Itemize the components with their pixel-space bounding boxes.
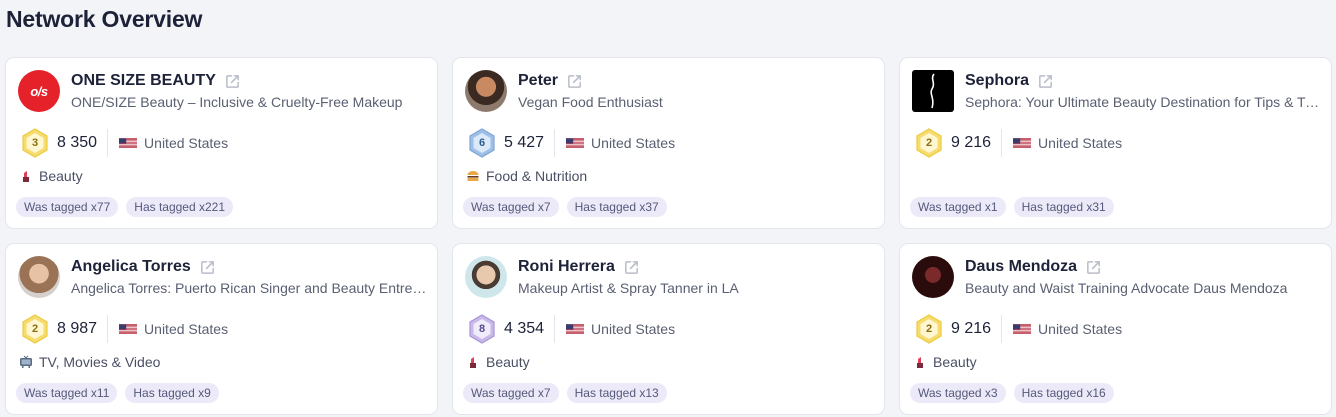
- profile-card: Sephora Sephora: Your Ultimate Beauty De…: [899, 57, 1332, 229]
- profile-description: Angelica Torres: Puerto Rican Singer and…: [71, 280, 427, 296]
- score-value: 4 354: [504, 320, 545, 337]
- external-link-icon[interactable]: [224, 73, 241, 90]
- page-title: Network Overview: [6, 6, 203, 32]
- level-badge: 2: [914, 314, 944, 344]
- lipstick-icon: [913, 355, 927, 369]
- external-link-icon[interactable]: [199, 259, 216, 276]
- profile-name[interactable]: Roni Herrera: [518, 258, 615, 276]
- category-label: Food & Nutrition: [486, 168, 588, 184]
- country-label: United States: [144, 135, 229, 151]
- divider: [554, 315, 556, 343]
- us-flag-icon: [1013, 323, 1031, 335]
- country-label: United States: [144, 321, 229, 337]
- tv-icon: [19, 355, 33, 369]
- external-link-icon[interactable]: [623, 259, 640, 276]
- level-number: 3: [31, 137, 39, 149]
- avatar[interactable]: [18, 256, 60, 298]
- us-flag-icon: [566, 323, 584, 335]
- burger-icon: [466, 169, 480, 183]
- profile-description: Sephora: Your Ultimate Beauty Destinatio…: [965, 94, 1321, 110]
- divider: [1001, 129, 1003, 157]
- avatar-logo-text: o/s: [30, 83, 48, 99]
- avatar[interactable]: [912, 256, 954, 298]
- network-grid: o/s ONE SIZE BEAUTY ONE/SIZE Beauty – In…: [5, 57, 1332, 415]
- category-label: TV, Movies & Video: [39, 354, 161, 370]
- was-tagged-chip[interactable]: Was tagged x11: [16, 383, 118, 403]
- has-tagged-chip[interactable]: Has tagged x13: [566, 383, 667, 403]
- lipstick-icon: [466, 355, 480, 369]
- has-tagged-chip[interactable]: Has tagged x221: [126, 197, 234, 217]
- profile-name[interactable]: Angelica Torres: [71, 258, 191, 276]
- was-tagged-chip[interactable]: Was tagged x7: [463, 383, 559, 403]
- us-flag-icon: [566, 137, 584, 149]
- divider: [107, 129, 109, 157]
- lipstick-icon: [19, 169, 33, 183]
- category-label: Beauty: [933, 354, 977, 370]
- divider: [107, 315, 109, 343]
- avatar[interactable]: [465, 70, 507, 112]
- level-badge: 2: [914, 128, 944, 158]
- was-tagged-chip[interactable]: Was tagged x7: [463, 197, 559, 217]
- level-number: 2: [925, 137, 933, 149]
- level-badge: 3: [20, 128, 50, 158]
- has-tagged-chip[interactable]: Has tagged x16: [1013, 383, 1114, 403]
- profile-card: Roni Herrera Makeup Artist & Spray Tanne…: [452, 243, 885, 415]
- score-value: 9 216: [951, 134, 992, 151]
- avatar[interactable]: [912, 70, 954, 112]
- external-link-icon[interactable]: [566, 73, 583, 90]
- level-badge: 8: [467, 314, 497, 344]
- country-label: United States: [1038, 135, 1123, 151]
- profile-description: Makeup Artist & Spray Tanner in LA: [518, 280, 739, 296]
- score-value: 9 216: [951, 320, 992, 337]
- has-tagged-chip[interactable]: Has tagged x37: [566, 197, 667, 217]
- level-badge: 6: [467, 128, 497, 158]
- category-label: Beauty: [39, 168, 83, 184]
- us-flag-icon: [119, 137, 137, 149]
- profile-card: o/s ONE SIZE BEAUTY ONE/SIZE Beauty – In…: [5, 57, 438, 229]
- level-number: 8: [478, 323, 486, 335]
- profile-name[interactable]: ONE SIZE BEAUTY: [71, 72, 216, 90]
- divider: [554, 129, 556, 157]
- was-tagged-chip[interactable]: Was tagged x77: [16, 197, 119, 217]
- sephora-logo-icon: [930, 73, 935, 109]
- avatar[interactable]: [465, 256, 507, 298]
- avatar[interactable]: o/s: [18, 70, 60, 112]
- profile-description: Vegan Food Enthusiast: [518, 94, 663, 110]
- level-number: 6: [478, 137, 486, 149]
- has-tagged-chip[interactable]: Has tagged x31: [1013, 197, 1114, 217]
- country-label: United States: [591, 135, 676, 151]
- profile-name[interactable]: Sephora: [965, 72, 1029, 90]
- score-value: 8 350: [57, 134, 98, 151]
- profile-card: Daus Mendoza Beauty and Waist Training A…: [899, 243, 1332, 415]
- profile-description: Beauty and Waist Training Advocate Daus …: [965, 280, 1288, 296]
- level-number: 2: [31, 323, 39, 335]
- us-flag-icon: [119, 323, 137, 335]
- was-tagged-chip[interactable]: Was tagged x3: [910, 383, 1006, 403]
- score-value: 5 427: [504, 134, 545, 151]
- profile-name[interactable]: Daus Mendoza: [965, 258, 1077, 276]
- category-label: Beauty: [486, 354, 530, 370]
- was-tagged-chip[interactable]: Was tagged x1: [910, 197, 1006, 217]
- level-badge: 2: [20, 314, 50, 344]
- profile-description: ONE/SIZE Beauty – Inclusive & Cruelty-Fr…: [71, 94, 403, 110]
- divider: [1001, 315, 1003, 343]
- level-number: 2: [925, 323, 933, 335]
- has-tagged-chip[interactable]: Has tagged x9: [125, 383, 219, 403]
- external-link-icon[interactable]: [1085, 259, 1102, 276]
- external-link-icon[interactable]: [1037, 73, 1054, 90]
- score-value: 8 987: [57, 320, 98, 337]
- profile-card: Peter Vegan Food Enthusiast 6 5 427 Unit…: [452, 57, 885, 229]
- profile-name[interactable]: Peter: [518, 72, 558, 90]
- us-flag-icon: [1013, 137, 1031, 149]
- country-label: United States: [591, 321, 676, 337]
- country-label: United States: [1038, 321, 1123, 337]
- profile-card: Angelica Torres Angelica Torres: Puerto …: [5, 243, 438, 415]
